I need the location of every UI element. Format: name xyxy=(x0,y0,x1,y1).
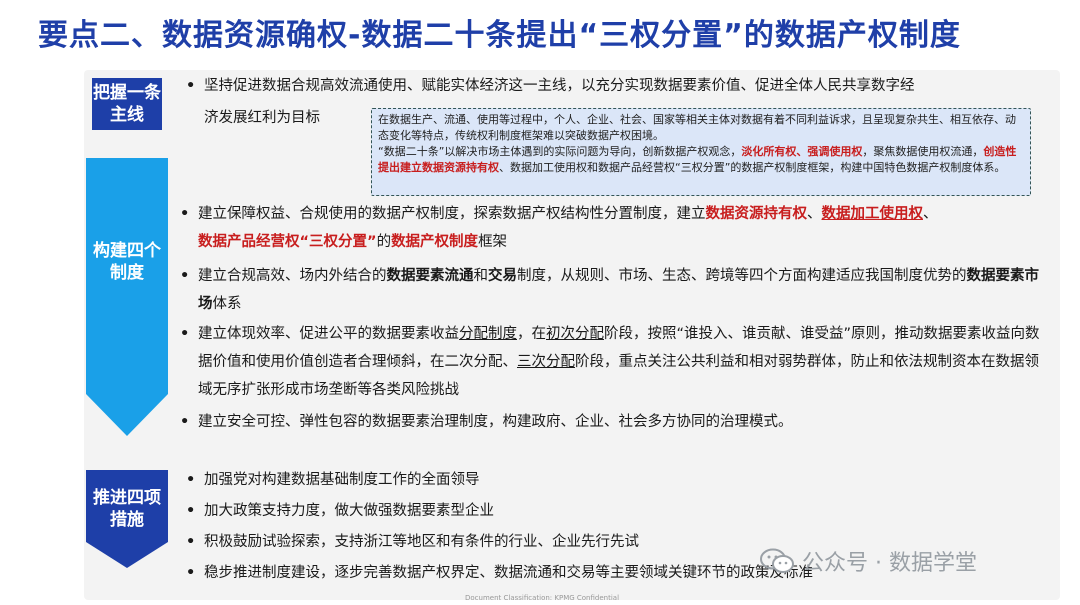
bullet-dot: • xyxy=(180,414,190,430)
info-box: 在数据生产、流通、使用等过程中，个人、企业、社会、国家等相关主体对数据有着不同利… xyxy=(371,108,1031,196)
system-3-text-d: 初次分配 xyxy=(546,326,604,342)
label-mainline-line1: 把握一条 xyxy=(93,83,161,103)
bullet-dot: • xyxy=(186,472,196,488)
label-systems: 构建四个 制度 xyxy=(86,240,168,284)
bullet-dot: • xyxy=(180,326,190,342)
bullet-dot: • xyxy=(186,534,196,550)
footer-classification: Document Classification: KPMG Confidenti… xyxy=(465,594,620,602)
system-bullet-3: • 建立体现效率、促进公平的数据要素收益分配制度，在初次分配阶段，按照“谁投入、… xyxy=(180,320,1040,404)
bullet-dot: • xyxy=(186,78,196,94)
label-mainline: 把握一条 主线 xyxy=(92,78,162,130)
watermark: 公众号 · 数据学堂 xyxy=(760,545,977,577)
info-para-2e: 、数据加工使用权和数据产品经营权“三权分置”的数据产权制度框架，构建中国特色数据… xyxy=(499,161,1006,174)
system-1-text-a: 建立保障权益、合规使用的数据产权制度，探索数据产权结构性分置制度，建立 xyxy=(198,206,706,222)
system-1-text-c: 、 xyxy=(807,206,822,222)
mainline-text-1: 坚持促进数据合规高效流通使用、赋能实体经济这一主线，以充分实现数据要素价值、促进… xyxy=(204,78,915,94)
system-1-text-f: 数据产品经营权“三权分置” xyxy=(198,234,377,250)
system-3-text-a: 建立体现效率、促进公平的数据要素收益 xyxy=(198,326,459,342)
label-measures: 推进四项 措施 xyxy=(86,487,168,531)
label-systems-line2: 制度 xyxy=(110,263,144,283)
measure-item-2: • 加大政策支持力度，做大做强数据要素型企业 xyxy=(186,497,1006,525)
label-mainline-line2: 主线 xyxy=(110,105,144,125)
wechat-icon xyxy=(760,548,794,573)
info-para-1: 在数据生产、流通、使用等过程中，个人、企业、社会、国家等相关主体对数据有着不同利… xyxy=(378,113,1016,142)
mainline-text-2: 济发展红利为目标 xyxy=(204,110,320,126)
label-measures-line2: 措施 xyxy=(110,510,144,530)
system-1-text-d: 数据加工使用权 xyxy=(821,206,924,222)
system-bullet-1: • 建立保障权益、合规使用的数据产权制度，探索数据产权结构性分置制度，建立数据资… xyxy=(180,200,1040,256)
system-1-text-i: 框架 xyxy=(478,234,508,250)
mainline-bullet-cont: 济发展红利为目标 xyxy=(186,104,366,132)
system-1-text-g: 的 xyxy=(376,234,392,250)
info-para-2b: 淡化所有权、强调使用权 xyxy=(741,145,863,158)
system-1-text-h: 数据产权制度 xyxy=(391,234,479,250)
bullet-dot: • xyxy=(180,268,190,284)
system-4-text: 建立安全可控、弹性包容的数据要素治理制度，构建政府、企业、社会多方协同的治理模式… xyxy=(198,414,793,430)
system-1-text-b: 数据资源持有权 xyxy=(705,206,808,222)
watermark-text: 公众号 · 数据学堂 xyxy=(802,551,977,576)
mainline-bullet: • 坚持促进数据合规高效流通使用、赋能实体经济这一主线，以充分实现数据要素价值、… xyxy=(186,72,1016,100)
system-bullet-2: • 建立合规高效、场内外结合的数据要素流通和交易制度，从规则、市场、生态、跨境等… xyxy=(180,262,1040,318)
info-para-2a: “数据二十条”以解决市场主体遇到的实际问题为导向，创新数据产权观念， xyxy=(378,145,742,158)
label-systems-line1: 构建四个 xyxy=(93,241,161,261)
system-2-text-a: 建立合规高效、场内外结合的 xyxy=(198,268,387,284)
bullet-dot: • xyxy=(186,503,196,519)
system-3-text-c: ，在 xyxy=(517,326,546,342)
bullet-dot: • xyxy=(180,206,190,222)
system-bullet-4: • 建立安全可控、弹性包容的数据要素治理制度，构建政府、企业、社会多方协同的治理… xyxy=(180,408,1040,436)
label-systems-arrow xyxy=(86,158,168,438)
label-measures-line1: 推进四项 xyxy=(93,488,161,508)
system-2-text-d: 交易 xyxy=(488,268,517,284)
system-2-text-g: 体系 xyxy=(212,296,242,312)
system-2-text-b: 数据要素流通 xyxy=(386,268,474,284)
system-2-text-c: 和 xyxy=(473,268,489,284)
system-3-text-b: 分配制度 xyxy=(459,326,517,342)
bullet-dot: • xyxy=(186,565,196,581)
system-3-text-f: 三次分配 xyxy=(517,354,575,370)
system-2-text-e: 制度，从规则、市场、生态、跨境等四个方面构建适应我国制度优势的 xyxy=(517,268,967,284)
system-1-text-e: 、 xyxy=(923,206,938,222)
measure-text-2: 加大政策支持力度，做大做强数据要素型企业 xyxy=(204,503,494,519)
info-para-2c: ，聚焦数据使用权流通， xyxy=(862,145,984,158)
measure-item-1: • 加强党对构建数据基础制度工作的全面领导 xyxy=(186,466,1006,494)
page-title: 要点二、数据资源确权-数据二十条提出“三权分置”的数据产权制度 xyxy=(38,18,961,53)
measure-text-1: 加强党对构建数据基础制度工作的全面领导 xyxy=(204,472,480,488)
